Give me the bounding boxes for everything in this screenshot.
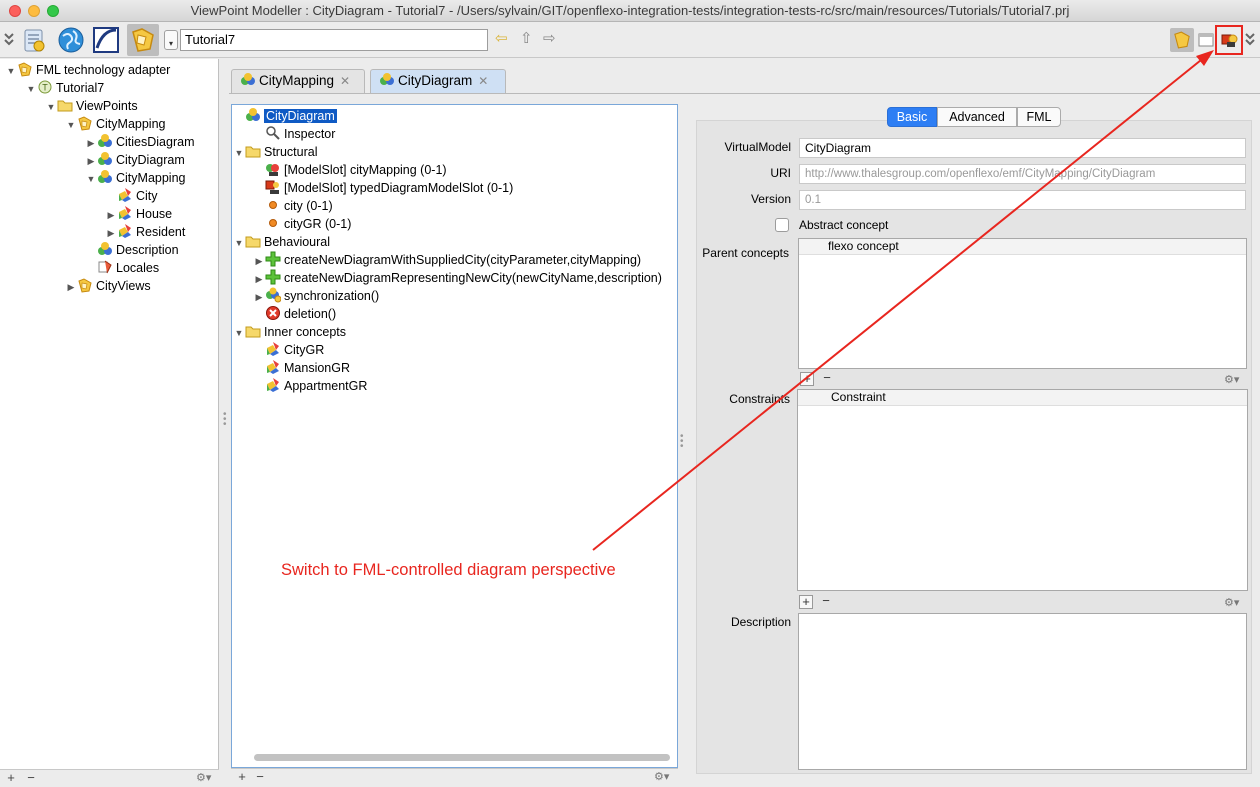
annotation-arrow	[592, 50, 1214, 551]
annotation-label: Switch to FML-controlled diagram perspec…	[281, 561, 616, 579]
